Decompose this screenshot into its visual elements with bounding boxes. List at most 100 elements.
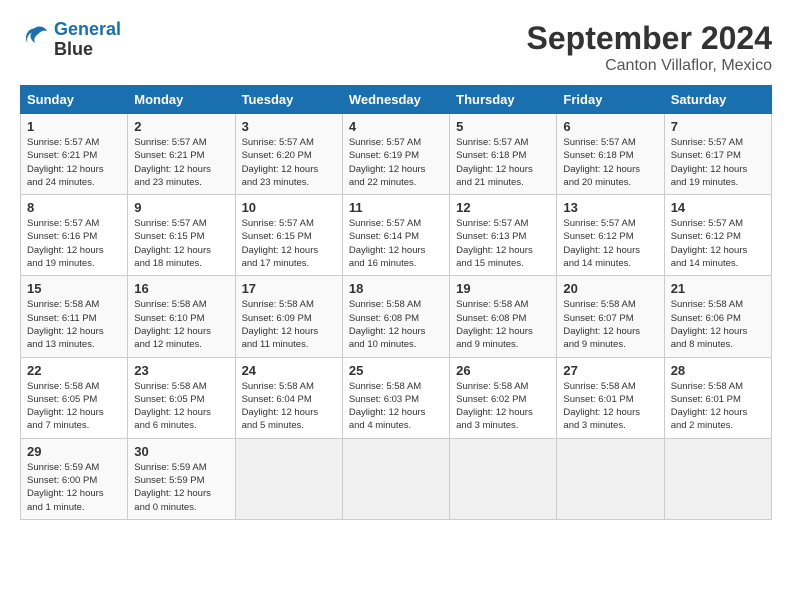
day-number: 25: [349, 363, 443, 378]
day-cell: 30Sunrise: 5:59 AM Sunset: 5:59 PM Dayli…: [128, 438, 235, 519]
header-monday: Monday: [128, 86, 235, 114]
day-info: Sunrise: 5:58 AM Sunset: 6:04 PM Dayligh…: [242, 380, 336, 433]
week-row-5: 29 Sunrise: 5:59 AM Sunset: 6:00 PM Dayli…: [21, 438, 772, 519]
day-number: 17: [242, 281, 336, 296]
day-number: 21: [671, 281, 765, 296]
header-saturday: Saturday: [664, 86, 771, 114]
day-info: Sunrise: 5:57 AM Sunset: 6:13 PM Dayligh…: [456, 217, 550, 270]
day-info: Sunrise: 5:58 AM Sunset: 6:08 PM Dayligh…: [456, 298, 550, 351]
day-info: Sunrise: 5:57 AM Sunset: 6:16 PM Dayligh…: [27, 217, 121, 270]
page-subtitle: Canton Villaflor, Mexico: [527, 57, 772, 75]
day-info: Sunrise: 5:58 AM Sunset: 6:05 PM Dayligh…: [134, 380, 228, 433]
day-cell: 25 Sunrise: 5:58 AM Sunset: 6:03 PM Dayli…: [342, 357, 449, 438]
header-wednesday: Wednesday: [342, 86, 449, 114]
day-info: Sunrise: 5:58 AM Sunset: 6:09 PM Dayligh…: [242, 298, 336, 351]
day-cell: 24 Sunrise: 5:58 AM Sunset: 6:04 PM Dayli…: [235, 357, 342, 438]
day-cell: 18Sunrise: 5:58 AM Sunset: 6:08 PM Dayli…: [342, 276, 449, 357]
day-number: 30: [134, 444, 228, 459]
day-number: 15: [27, 281, 121, 296]
day-number: 19: [456, 281, 550, 296]
day-info: Sunrise: 5:57 AM Sunset: 6:20 PM Dayligh…: [242, 136, 336, 189]
week-row-1: 1Sunrise: 5:57 AM Sunset: 6:21 PM Daylig…: [21, 114, 772, 195]
day-cell: 23 Sunrise: 5:58 AM Sunset: 6:05 PM Dayli…: [128, 357, 235, 438]
day-info: Sunrise: 5:58 AM Sunset: 6:01 PM Dayligh…: [671, 380, 765, 433]
day-cell: 3 Sunrise: 5:57 AM Sunset: 6:20 PM Daylig…: [235, 114, 342, 195]
day-cell: 22 Sunrise: 5:58 AM Sunset: 6:05 PM Dayli…: [21, 357, 128, 438]
day-number: 29: [27, 444, 121, 459]
day-number: 8: [27, 200, 121, 215]
day-info: Sunrise: 5:58 AM Sunset: 6:10 PM Dayligh…: [134, 298, 228, 351]
day-number: 26: [456, 363, 550, 378]
day-cell: 28 Sunrise: 5:58 AM Sunset: 6:01 PM Dayli…: [664, 357, 771, 438]
day-info: Sunrise: 5:57 AM Sunset: 6:19 PM Dayligh…: [349, 136, 443, 189]
day-number: 22: [27, 363, 121, 378]
day-cell: 26 Sunrise: 5:58 AM Sunset: 6:02 PM Dayli…: [450, 357, 557, 438]
day-number: 6: [563, 119, 657, 134]
day-cell: 8 Sunrise: 5:57 AM Sunset: 6:16 PM Daylig…: [21, 195, 128, 276]
day-cell: 15 Sunrise: 5:58 AM Sunset: 6:11 PM Dayli…: [21, 276, 128, 357]
day-number: 2: [134, 119, 228, 134]
day-info: Sunrise: 5:58 AM Sunset: 6:07 PM Dayligh…: [563, 298, 657, 351]
day-number: 4: [349, 119, 443, 134]
day-info: Sunrise: 5:57 AM Sunset: 6:21 PM Dayligh…: [27, 136, 121, 189]
header-tuesday: Tuesday: [235, 86, 342, 114]
day-cell: [557, 438, 664, 519]
day-info: Sunrise: 5:57 AM Sunset: 6:18 PM Dayligh…: [563, 136, 657, 189]
day-cell: 1Sunrise: 5:57 AM Sunset: 6:21 PM Daylig…: [21, 114, 128, 195]
day-info: Sunrise: 5:58 AM Sunset: 6:03 PM Dayligh…: [349, 380, 443, 433]
day-cell: 11Sunrise: 5:57 AM Sunset: 6:14 PM Dayli…: [342, 195, 449, 276]
week-row-4: 22 Sunrise: 5:58 AM Sunset: 6:05 PM Dayli…: [21, 357, 772, 438]
header-thursday: Thursday: [450, 86, 557, 114]
day-info: Sunrise: 5:57 AM Sunset: 6:15 PM Dayligh…: [134, 217, 228, 270]
day-cell: [235, 438, 342, 519]
day-number: 5: [456, 119, 550, 134]
day-cell: 16 Sunrise: 5:58 AM Sunset: 6:10 PM Dayli…: [128, 276, 235, 357]
day-info: Sunrise: 5:58 AM Sunset: 6:11 PM Dayligh…: [27, 298, 121, 351]
day-info: Sunrise: 5:57 AM Sunset: 6:15 PM Dayligh…: [242, 217, 336, 270]
day-cell: 19 Sunrise: 5:58 AM Sunset: 6:08 PM Dayli…: [450, 276, 557, 357]
day-info: Sunrise: 5:59 AM Sunset: 6:00 PM Dayligh…: [27, 461, 121, 514]
day-cell: [450, 438, 557, 519]
day-info: Sunrise: 5:58 AM Sunset: 6:06 PM Dayligh…: [671, 298, 765, 351]
page-title: September 2024: [527, 20, 772, 57]
day-info: Sunrise: 5:57 AM Sunset: 6:18 PM Dayligh…: [456, 136, 550, 189]
calendar-table: SundayMondayTuesdayWednesdayThursdayFrid…: [20, 85, 772, 520]
day-number: 23: [134, 363, 228, 378]
day-info: Sunrise: 5:58 AM Sunset: 6:05 PM Dayligh…: [27, 380, 121, 433]
day-cell: 7Sunrise: 5:57 AM Sunset: 6:17 PM Daylig…: [664, 114, 771, 195]
calendar-header-row: SundayMondayTuesdayWednesdayThursdayFrid…: [21, 86, 772, 114]
day-number: 28: [671, 363, 765, 378]
day-number: 13: [563, 200, 657, 215]
day-info: Sunrise: 5:57 AM Sunset: 6:14 PM Dayligh…: [349, 217, 443, 270]
day-cell: 12Sunrise: 5:57 AM Sunset: 6:13 PM Dayli…: [450, 195, 557, 276]
day-cell: 9 Sunrise: 5:57 AM Sunset: 6:15 PM Daylig…: [128, 195, 235, 276]
day-number: 24: [242, 363, 336, 378]
day-cell: 2Sunrise: 5:57 AM Sunset: 6:21 PM Daylig…: [128, 114, 235, 195]
day-number: 20: [563, 281, 657, 296]
day-cell: 20 Sunrise: 5:58 AM Sunset: 6:07 PM Dayli…: [557, 276, 664, 357]
day-number: 9: [134, 200, 228, 215]
page-header: General Blue September 2024 Canton Villa…: [20, 20, 772, 75]
day-cell: 13 Sunrise: 5:57 AM Sunset: 6:12 PM Dayli…: [557, 195, 664, 276]
day-info: Sunrise: 5:57 AM Sunset: 6:12 PM Dayligh…: [671, 217, 765, 270]
day-number: 18: [349, 281, 443, 296]
logo-icon: [20, 22, 50, 52]
day-info: Sunrise: 5:58 AM Sunset: 6:01 PM Dayligh…: [563, 380, 657, 433]
week-row-2: 8 Sunrise: 5:57 AM Sunset: 6:16 PM Daylig…: [21, 195, 772, 276]
header-sunday: Sunday: [21, 86, 128, 114]
day-number: 10: [242, 200, 336, 215]
title-block: September 2024 Canton Villaflor, Mexico: [527, 20, 772, 75]
logo: General Blue: [20, 20, 121, 60]
week-row-3: 15 Sunrise: 5:58 AM Sunset: 6:11 PM Dayli…: [21, 276, 772, 357]
day-cell: 5 Sunrise: 5:57 AM Sunset: 6:18 PM Daylig…: [450, 114, 557, 195]
day-cell: 27Sunrise: 5:58 AM Sunset: 6:01 PM Dayli…: [557, 357, 664, 438]
day-cell: [342, 438, 449, 519]
day-cell: 29 Sunrise: 5:59 AM Sunset: 6:00 PM Dayli…: [21, 438, 128, 519]
day-number: 3: [242, 119, 336, 134]
day-cell: 21 Sunrise: 5:58 AM Sunset: 6:06 PM Dayli…: [664, 276, 771, 357]
day-info: Sunrise: 5:57 AM Sunset: 6:12 PM Dayligh…: [563, 217, 657, 270]
day-cell: [664, 438, 771, 519]
day-info: Sunrise: 5:58 AM Sunset: 6:02 PM Dayligh…: [456, 380, 550, 433]
day-cell: 14Sunrise: 5:57 AM Sunset: 6:12 PM Dayli…: [664, 195, 771, 276]
day-number: 16: [134, 281, 228, 296]
